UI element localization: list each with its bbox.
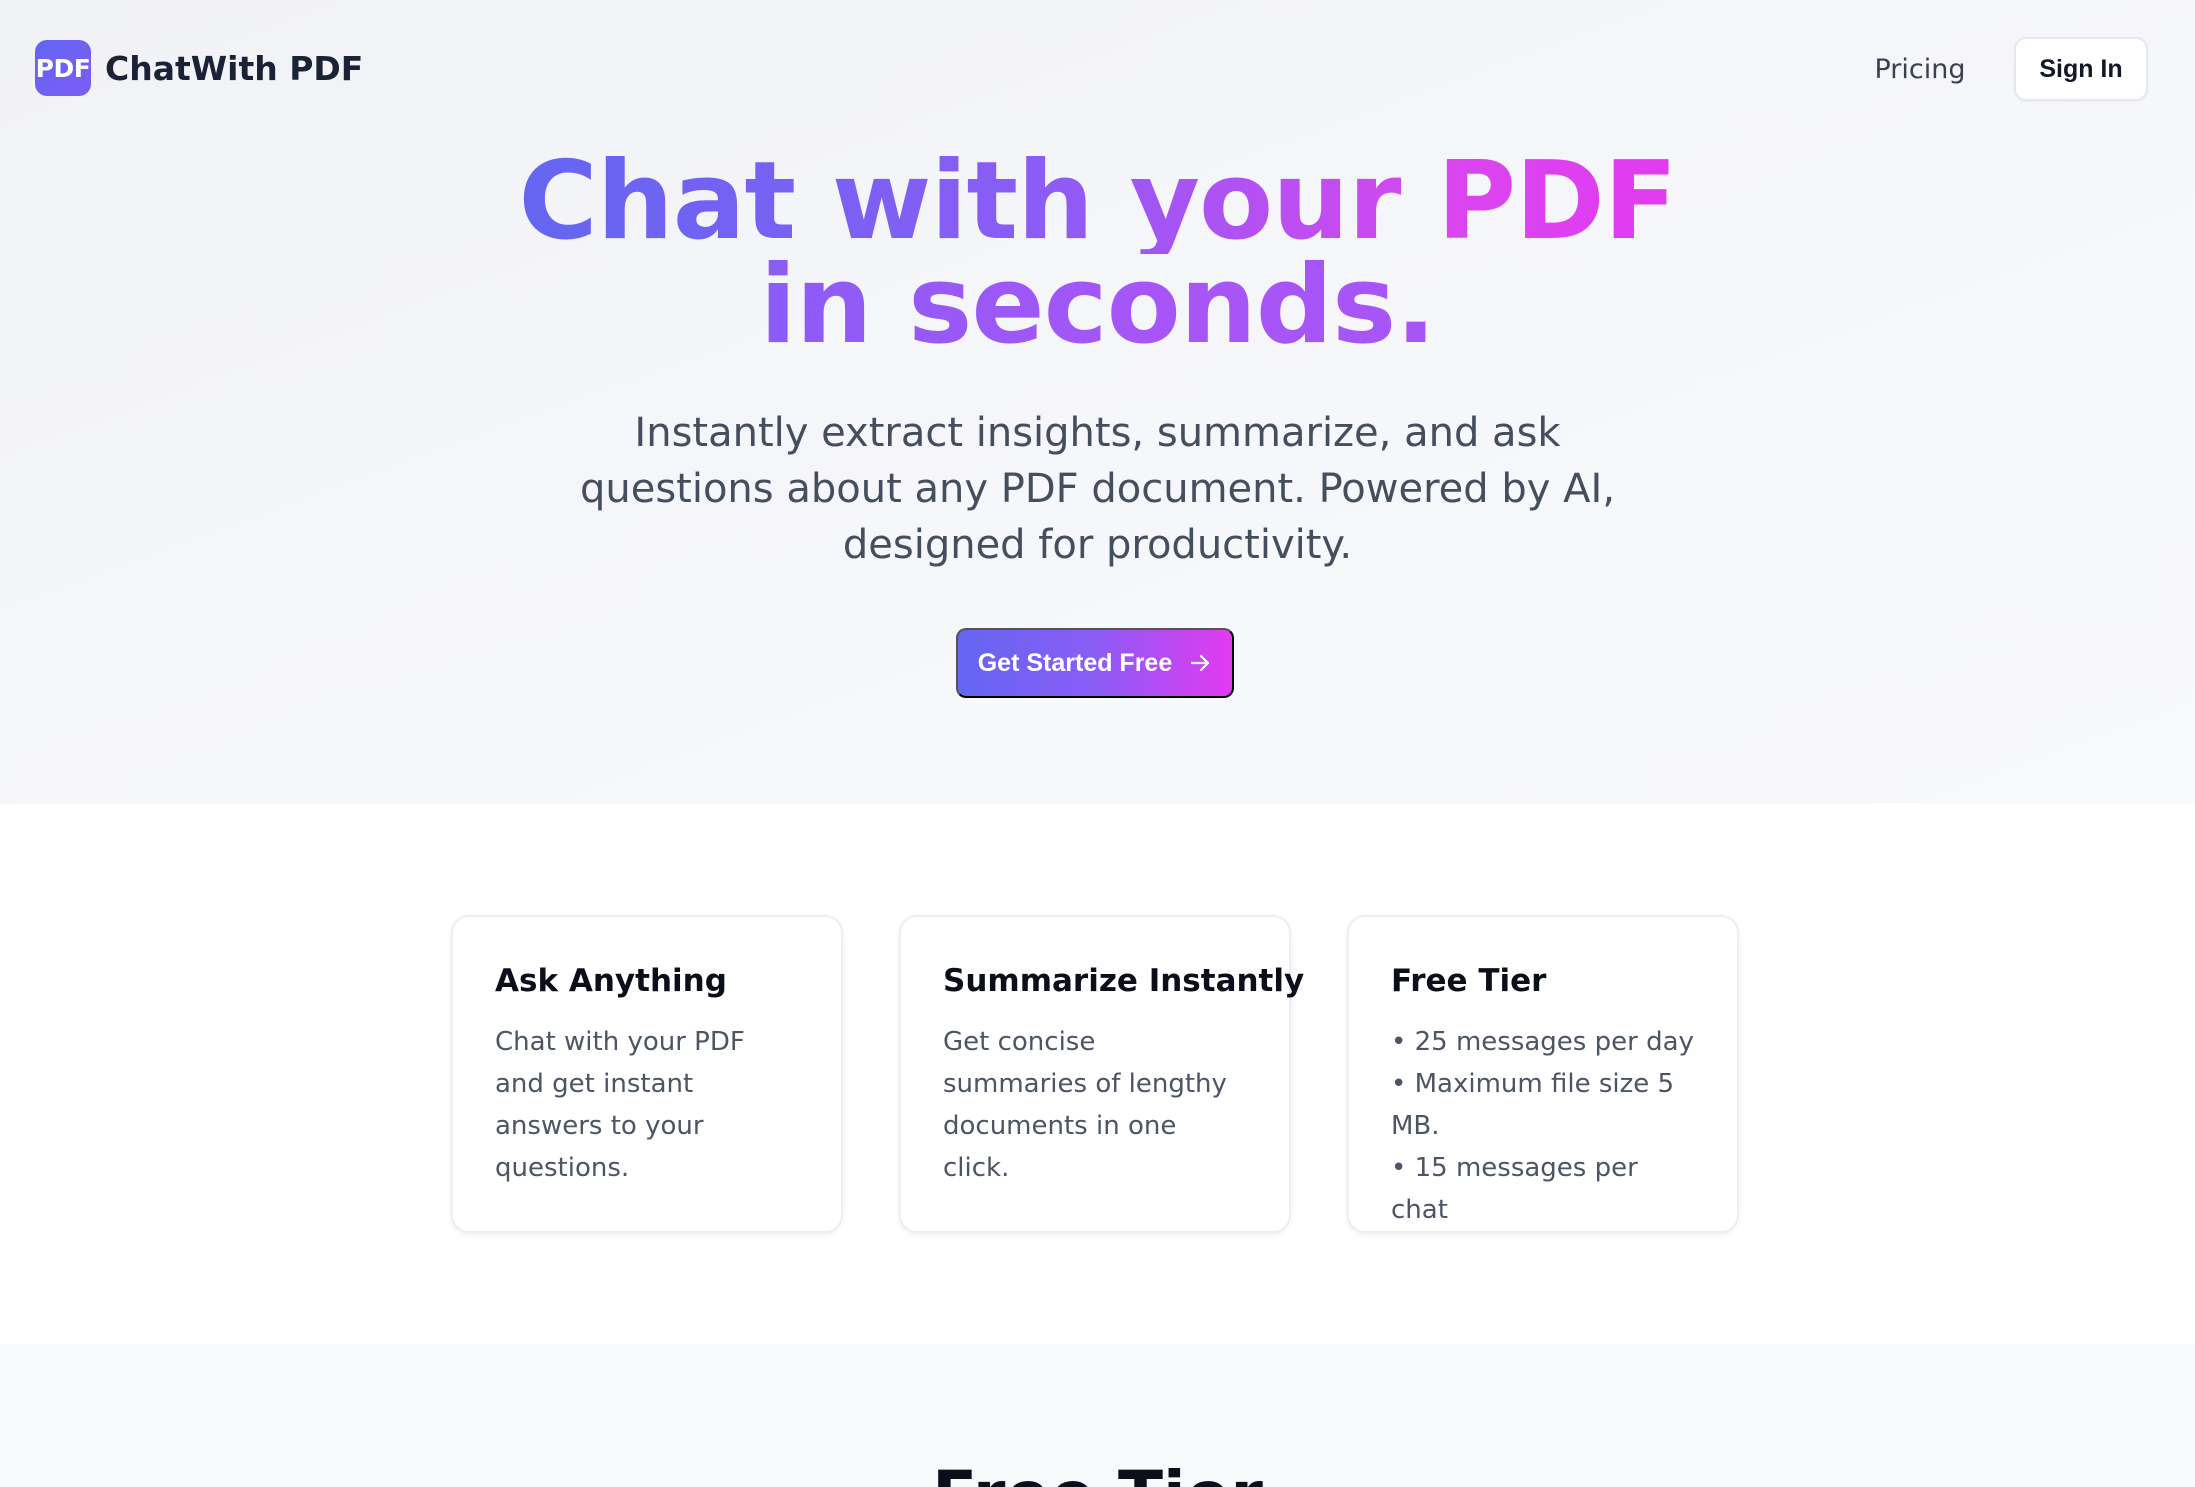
list-item: 25 messages per day [1391,1021,1695,1063]
hero-subtitle: Instantly extract insights, summarize, a… [579,410,1616,568]
get-started-button[interactable]: Get Started Free [956,628,1234,698]
feature-card-title: Ask Anything [495,963,727,999]
feature-card-body: Chat with your PDF and get instant answe… [495,1027,745,1183]
feature-card-body: Get concise summaries of lengthy documen… [943,1027,1227,1183]
feature-card-title: Summarize Instantly [943,963,1305,999]
feature-card-ask-anything: Ask Anything Chat with your PDF and get … [451,915,843,1233]
free-tier-list: 25 messages per day Maximum file size 5 … [1391,1021,1695,1231]
landing-page: PDF ChatWith PDF Pricing Sign In Chat wi… [0,0,2195,1487]
list-item: Maximum file size 5 MB. [1391,1063,1695,1147]
brand-name[interactable]: ChatWith PDF [105,48,363,90]
sign-in-button[interactable]: Sign In [2014,37,2148,101]
navbar: PDF ChatWith PDF Pricing Sign In [0,0,2195,140]
feature-card-summarize: Summarize Instantly Get concise summarie… [899,915,1305,1233]
features-section: Ask Anything Chat with your PDF and get … [0,804,2195,1344]
hero-section: PDF ChatWith PDF Pricing Sign In Chat wi… [0,0,2195,804]
get-started-label: Get Started Free [977,648,1173,677]
arrow-right-icon [1191,654,1210,672]
feature-card-free-tier: Free Tier 25 messages per day Maximum fi… [1347,915,1739,1233]
free-tier-section: Free Tier [0,1344,2195,1487]
feature-card-title: Free Tier [1391,963,1547,999]
nav-pricing-link[interactable]: Pricing [1860,50,1980,90]
headline-line-1: Chat with your PDF [518,139,1677,264]
free-tier-heading: Free Tier [0,1456,2195,1487]
hero-headline: Chat with your PDF in seconds. [0,139,2195,368]
list-item: 15 messages per chat [1391,1147,1695,1231]
headline-line-2: in seconds. [759,243,1437,368]
logo-badge[interactable]: PDF [35,40,91,96]
